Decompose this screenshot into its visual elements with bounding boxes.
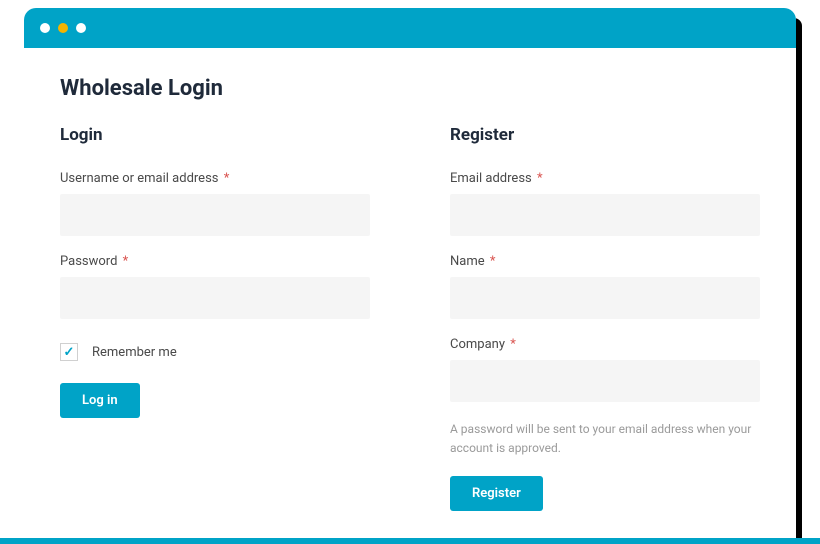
remember-me-row: ✓ Remember me — [60, 343, 370, 361]
login-button[interactable]: Log in — [60, 383, 140, 418]
name-input[interactable] — [450, 277, 760, 319]
required-mark: * — [224, 171, 230, 186]
window-maximize-icon[interactable] — [76, 23, 86, 33]
email-input[interactable] — [450, 194, 760, 236]
form-columns: Login Username or email address * Passwo… — [60, 125, 760, 511]
page-content: Wholesale Login Login Username or email … — [24, 48, 796, 511]
email-label: Email address * — [450, 171, 760, 186]
username-label: Username or email address * — [60, 171, 370, 186]
register-helper-text: A password will be sent to your email ad… — [450, 420, 760, 458]
register-section-title: Register — [450, 125, 760, 145]
name-field-wrapper: Name * — [450, 254, 760, 319]
password-field-wrapper: Password * — [60, 254, 370, 319]
required-mark: * — [490, 254, 496, 269]
login-section-title: Login — [60, 125, 370, 145]
register-button[interactable]: Register — [450, 476, 543, 511]
required-mark: * — [123, 254, 129, 269]
company-label-text: Company — [450, 337, 505, 352]
company-label: Company * — [450, 337, 760, 352]
browser-window: Wholesale Login Login Username or email … — [24, 8, 796, 544]
required-mark: * — [510, 337, 516, 352]
title-bar — [24, 8, 796, 48]
email-field-wrapper: Email address * — [450, 171, 760, 236]
email-label-text: Email address — [450, 171, 532, 186]
company-field-wrapper: Company * — [450, 337, 760, 402]
name-label: Name * — [450, 254, 760, 269]
username-field-wrapper: Username or email address * — [60, 171, 370, 236]
login-column: Login Username or email address * Passwo… — [60, 125, 370, 511]
required-mark: * — [537, 171, 543, 186]
company-input[interactable] — [450, 360, 760, 402]
window-close-icon[interactable] — [40, 23, 50, 33]
bottom-accent-bar — [0, 538, 820, 544]
remember-me-checkbox[interactable]: ✓ — [60, 343, 78, 361]
page-title: Wholesale Login — [60, 76, 760, 101]
name-label-text: Name — [450, 254, 485, 269]
register-column: Register Email address * Name * — [450, 125, 760, 511]
window-minimize-icon[interactable] — [58, 23, 68, 33]
password-input[interactable] — [60, 277, 370, 319]
username-input[interactable] — [60, 194, 370, 236]
check-icon: ✓ — [64, 345, 75, 360]
password-label-text: Password — [60, 254, 117, 269]
remember-me-label: Remember me — [92, 345, 177, 360]
password-label: Password * — [60, 254, 370, 269]
username-label-text: Username or email address — [60, 171, 219, 186]
